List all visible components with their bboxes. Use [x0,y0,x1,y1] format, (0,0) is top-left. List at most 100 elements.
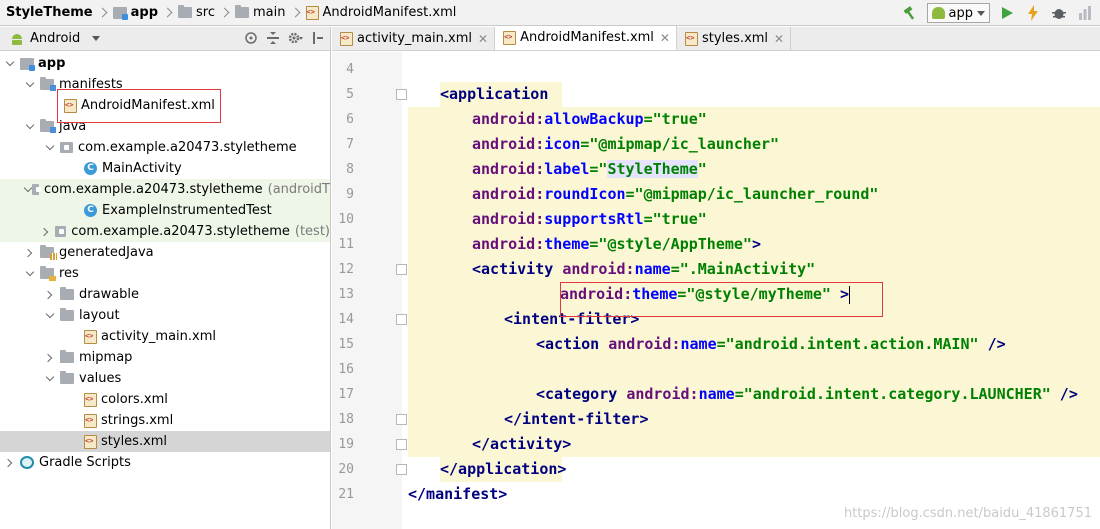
xml-file-icon [340,31,353,46]
breadcrumb-label: main [253,5,286,20]
fold-marker-icon[interactable] [396,439,407,450]
chevron-down-icon[interactable] [24,79,36,91]
line-number: 14 [338,312,354,327]
code-line[interactable]: android:supportsRtl="true" [408,207,1100,232]
chevron-down-icon[interactable] [4,58,16,70]
chevron-down-icon[interactable] [24,268,36,280]
code-token: </manifest> [408,485,508,503]
panel-header-tools [244,31,324,49]
tree-item-example-instrumented-test[interactable]: C ExampleInstrumentedTest [0,200,330,221]
tab-android-manifest[interactable]: AndroidManifest.xml ✕ [495,26,677,50]
code-line[interactable]: android:theme="@style/myTheme" > [408,282,1100,307]
tree-item-colors[interactable]: colors.xml [0,389,330,410]
chevron-down-icon[interactable] [44,142,56,154]
code-line[interactable]: android:theme="@style/AppTheme"> [408,232,1100,257]
chevron-down-icon[interactable] [22,184,28,196]
line-number: 19 [338,437,354,452]
apply-changes-icon[interactable] [1024,4,1042,22]
chevron-right-icon [221,6,229,20]
module-icon [20,57,35,71]
tab-label: styles.xml [701,31,769,46]
xml-file-icon [305,5,319,20]
code-line[interactable]: </application> [408,457,1100,482]
tree-item-java[interactable]: java [0,116,330,137]
line-number-gutter: 4 5 6 7 8 9 10 11 12 13 14 15 16 17 18 19 20 21 [332,52,402,529]
code-line[interactable]: android:roundIcon="@mipmap/ic_launcher_r… [408,182,1100,207]
locate-icon[interactable] [244,31,258,49]
tree-item-main-activity[interactable]: C MainActivity [0,158,330,179]
tree-item-package-test[interactable]: com.example.a20473.styletheme (test) [0,221,330,242]
code-line[interactable]: </intent-filter> [408,407,1100,432]
breadcrumb-module[interactable]: app [107,0,172,26]
fold-marker-icon[interactable] [396,264,407,275]
xml-file-icon [503,30,517,45]
fold-marker-icon[interactable] [396,314,407,325]
chevron-down-icon[interactable] [92,36,101,41]
debug-icon[interactable] [1050,4,1068,22]
code-area[interactable]: <application android:allowBackup="true" an… [408,52,1100,529]
fold-marker-icon[interactable] [396,89,407,100]
tree-item-app[interactable]: app [0,53,330,74]
tree-item-android-manifest[interactable]: AndroidManifest.xml [0,95,330,116]
tree-item-mipmap[interactable]: mipmap [0,347,330,368]
close-icon[interactable]: ✕ [660,31,670,45]
project-view-header: Android [0,27,330,51]
folder-icon [60,371,74,384]
chevron-right-icon[interactable] [44,352,56,364]
code-line[interactable]: <action android:name="android.intent.act… [408,332,1100,357]
fold-marker-icon[interactable] [396,464,407,475]
code-line[interactable]: android:icon="@mipmap/ic_launcher" [408,132,1100,157]
code-line[interactable] [408,57,1100,82]
code-line[interactable]: <category android:name="android.intent.c… [408,382,1100,407]
chevron-down-icon[interactable] [44,373,56,385]
close-icon[interactable]: ✕ [478,32,488,46]
tree-item-res[interactable]: res [0,263,330,284]
tab-styles[interactable]: styles.xml ✕ [677,27,792,50]
project-view-mode[interactable]: Android [30,31,80,46]
code-line[interactable]: <activity android:name=".MainActivity" [408,257,1100,282]
tree-item-gradle-scripts[interactable]: Gradle Scripts [0,452,330,473]
run-icon[interactable] [998,4,1016,22]
chevron-right-icon[interactable] [40,226,51,238]
breadcrumb-main[interactable]: main [229,0,299,26]
tree-item-strings[interactable]: strings.xml [0,410,330,431]
chevron-down-icon[interactable] [24,121,36,133]
hammer-icon[interactable] [901,4,919,22]
code-token: android: [472,110,545,128]
fold-column [394,52,408,529]
run-config-select[interactable]: app [926,3,990,23]
breadcrumb-project[interactable]: StyleTheme [0,0,107,26]
breadcrumb-file[interactable]: AndroidManifest.xml [300,0,456,26]
code-line[interactable]: android:allowBackup="true" [408,107,1100,132]
code-line[interactable] [408,357,1100,382]
code-line[interactable]: </activity> [408,432,1100,457]
collapse-all-icon[interactable] [266,31,280,49]
chevron-right-icon[interactable] [24,247,36,259]
code-line[interactable]: <intent-filter> [408,307,1100,332]
fold-marker-icon[interactable] [396,414,407,425]
hide-panel-icon[interactable] [312,31,324,49]
chevron-right-icon [99,6,107,20]
code-editor[interactable]: 4 5 6 7 8 9 10 11 12 13 14 15 16 17 18 19 20 21 <applicat… [332,52,1100,529]
breadcrumb-src[interactable]: src [172,0,229,26]
code-line[interactable]: android:label="StyleTheme" [408,157,1100,182]
tree-item-drawable[interactable]: drawable [0,284,330,305]
code-token: ="@mipmap/ic_launcher_round" [625,185,879,203]
chevron-right-icon[interactable] [44,289,56,301]
close-icon[interactable]: ✕ [774,32,784,46]
tree-item-package-main[interactable]: com.example.a20473.styletheme [0,137,330,158]
tree-item-manifests[interactable]: manifests [0,74,330,95]
tab-activity-main[interactable]: activity_main.xml ✕ [332,27,496,50]
code-line[interactable]: </manifest> [408,482,1100,507]
chevron-down-icon[interactable] [44,310,56,322]
tree-item-activity-main[interactable]: activity_main.xml [0,326,330,347]
tree-item-values[interactable]: values [0,368,330,389]
chevron-right-icon[interactable] [4,457,16,469]
tree-item-generated-java[interactable]: generatedJava [0,242,330,263]
tree-item-layout[interactable]: layout [0,305,330,326]
gear-icon[interactable] [288,31,304,49]
profile-icon[interactable] [1076,4,1094,22]
tree-item-package-android-test[interactable]: com.example.a20473.styletheme (androidT [0,179,330,200]
code-line[interactable]: <application [408,82,1100,107]
tree-item-styles[interactable]: styles.xml [0,431,330,452]
